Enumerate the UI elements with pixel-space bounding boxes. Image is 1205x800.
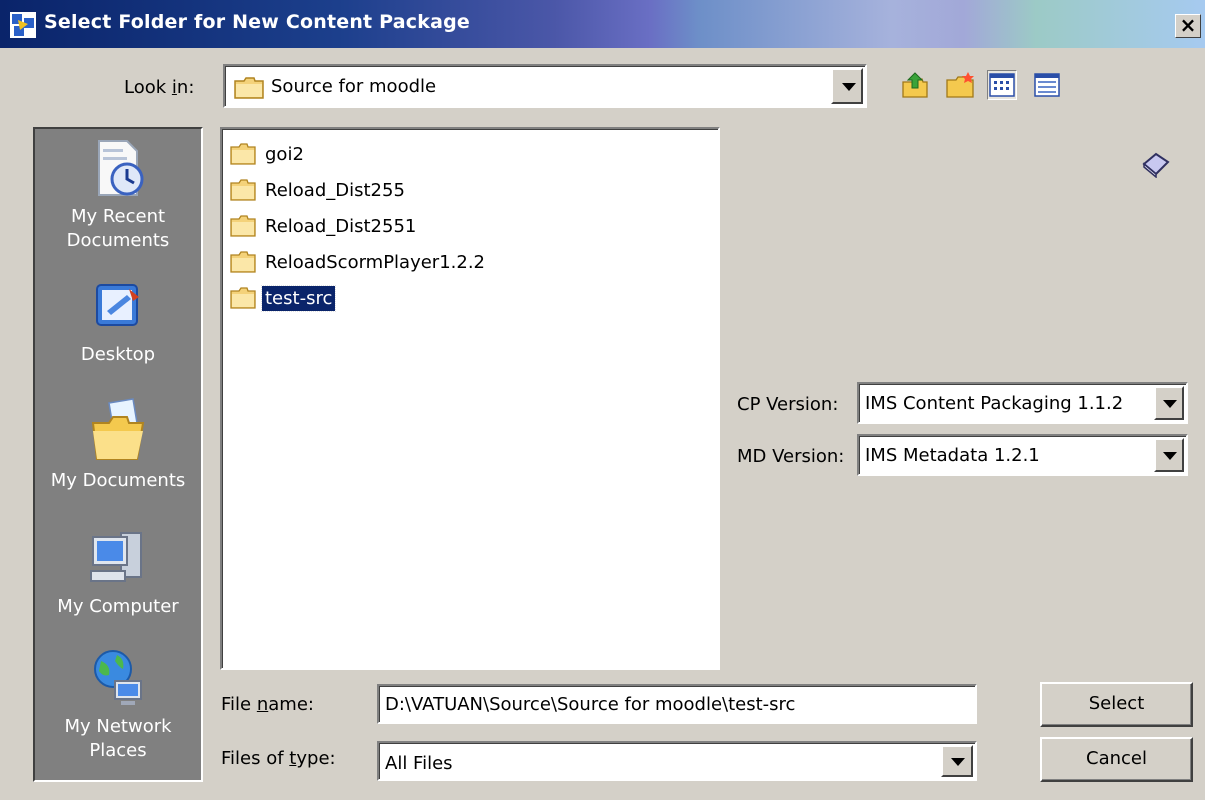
folder-name: goi2 [265, 143, 304, 165]
up-one-level-icon[interactable] [900, 70, 930, 100]
file-name-input[interactable]: D:\VATUAN\Source\Source for moodle\test-… [377, 684, 977, 724]
folder-icon [230, 251, 256, 273]
recent-documents-icon [98, 140, 144, 196]
place-label: My Computer [57, 596, 179, 617]
place-label: My Recent Documents [66, 206, 170, 251]
file-name-value: D:\VATUAN\Source\Source for moodle\test-… [385, 694, 796, 715]
folder-name: ReloadScormPlayer1.2.2 [265, 251, 486, 273]
look-in-dropdown-button[interactable] [831, 68, 863, 104]
cp-version-dropdown-button[interactable] [1154, 386, 1184, 420]
files-of-type-value: All Files [385, 753, 453, 774]
folder-icon [234, 77, 264, 99]
select-folder-dialog: Select Folder for New Content Package × … [0, 0, 1205, 800]
place-my-recent-documents[interactable]: My Recent Documents [35, 139, 201, 253]
chevron-down-icon [842, 83, 856, 91]
md-version-dropdown-button[interactable] [1154, 438, 1184, 472]
place-my-computer[interactable]: My Computer [35, 527, 201, 619]
application-icon [10, 12, 36, 38]
look-in-combo[interactable]: Source for moodle [223, 64, 867, 108]
folder-name: test-src [260, 284, 337, 312]
details-view-icon[interactable] [1032, 70, 1062, 100]
package-icon [1142, 152, 1170, 178]
network-places-icon [94, 650, 142, 705]
place-label: My Network Places [64, 716, 172, 761]
cancel-button[interactable]: Cancel [1040, 737, 1193, 782]
place-desktop[interactable]: Desktop [35, 279, 201, 367]
file-name-label: File name: [221, 694, 314, 715]
folder-icon [230, 215, 256, 237]
list-item[interactable]: ReloadScormPlayer1.2.2 [230, 247, 488, 277]
place-label: Desktop [80, 344, 156, 365]
md-version-value: IMS Metadata 1.2.1 [865, 445, 1040, 466]
cp-version-value: IMS Content Packaging 1.1.2 [865, 393, 1124, 414]
cp-version-select[interactable]: IMS Content Packaging 1.1.2 [857, 382, 1188, 424]
window-title: Select Folder for New Content Package [44, 11, 470, 33]
folder-name: Reload_Dist255 [265, 179, 405, 201]
files-of-type-label: Files of type: [221, 748, 336, 769]
cp-version-label: CP Version: [737, 394, 839, 415]
my-computer-icon [90, 532, 142, 582]
md-version-select[interactable]: IMS Metadata 1.2.1 [857, 434, 1188, 476]
folder-icon [230, 143, 256, 165]
list-item[interactable]: Reload_Dist2551 [230, 211, 419, 241]
select-button[interactable]: Select [1040, 682, 1193, 727]
title-bar[interactable]: Select Folder for New Content Package × [0, 0, 1205, 48]
files-of-type-dropdown-button[interactable] [941, 745, 973, 777]
look-in-value: Source for moodle [271, 76, 437, 97]
list-item-selected[interactable]: test-src [230, 283, 337, 313]
look-in-label: Look in: [124, 77, 195, 98]
desktop-icon [96, 284, 139, 326]
place-label: My Documents [50, 470, 186, 491]
close-icon: × [1179, 13, 1197, 37]
place-my-documents[interactable]: My Documents [35, 397, 201, 493]
list-item[interactable]: Reload_Dist255 [230, 175, 408, 205]
folder-icon [230, 287, 256, 309]
close-button[interactable]: × [1175, 14, 1201, 38]
folder-name: Reload_Dist2551 [265, 215, 417, 237]
place-my-network-places[interactable]: My Network Places [35, 647, 201, 763]
list-view-icon [989, 73, 1015, 97]
my-documents-icon [91, 398, 145, 460]
folder-icon [230, 179, 256, 201]
list-item[interactable]: goi2 [230, 139, 307, 169]
files-of-type-select[interactable]: All Files [377, 741, 977, 781]
md-version-label: MD Version: [737, 446, 845, 467]
chevron-down-icon [1163, 452, 1177, 460]
chevron-down-icon [951, 758, 965, 766]
places-bar: My Recent Documents Desktop My Documents [33, 127, 203, 782]
list-view-button[interactable] [987, 70, 1017, 100]
folder-list[interactable]: goi2 Reload_Dist255 Reload_Dist2551 Relo… [220, 127, 720, 670]
chevron-down-icon [1163, 400, 1177, 408]
create-new-folder-icon[interactable] [945, 70, 975, 100]
